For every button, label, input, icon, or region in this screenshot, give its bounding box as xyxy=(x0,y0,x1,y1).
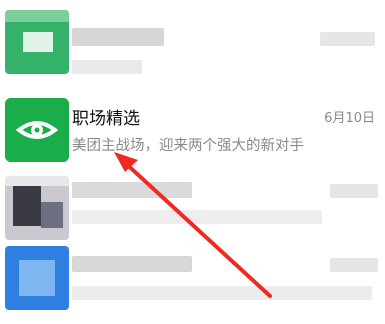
annotation-arrow xyxy=(114,152,272,298)
